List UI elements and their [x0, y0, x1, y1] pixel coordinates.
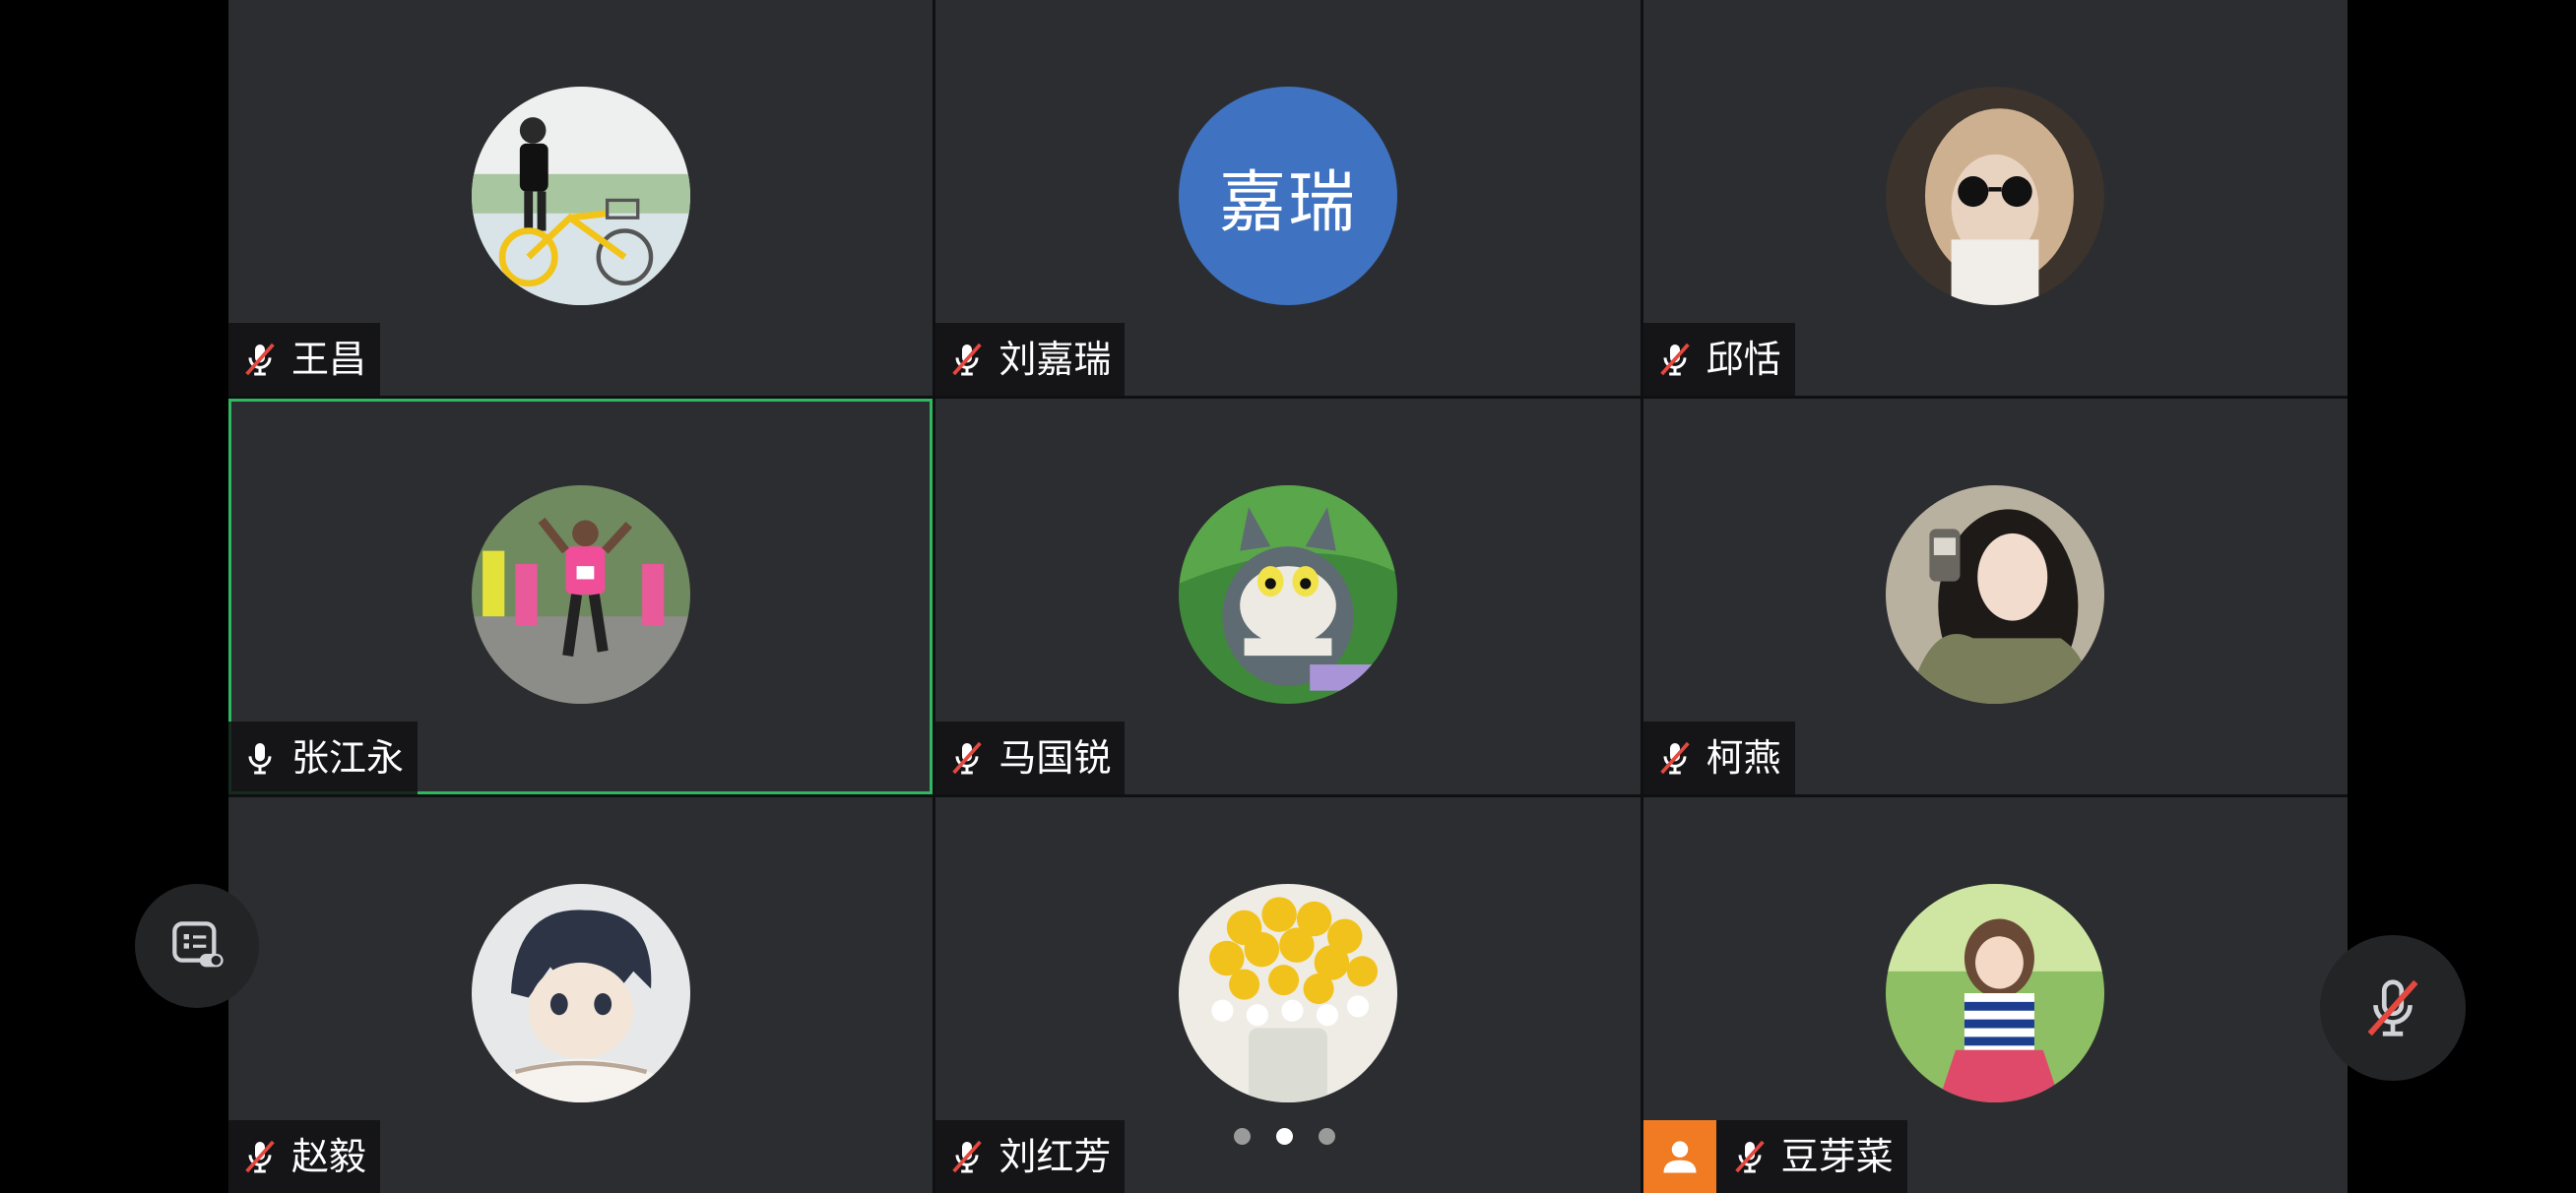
participant-avatar: [471, 884, 690, 1102]
mic-muted-icon: [945, 338, 989, 381]
chat-toggle-button[interactable]: [135, 884, 259, 1008]
mic-muted-icon: [238, 1135, 282, 1178]
participant-nameplate: 刘嘉瑞: [935, 323, 1126, 396]
participant-avatar: [1178, 884, 1397, 1102]
page-indicator: [1234, 1128, 1335, 1145]
participant-nameplate: 赵毅: [228, 1120, 381, 1193]
avatar-photo-cyclist: [471, 87, 690, 305]
participant-nameplate: 豆芽菜: [1642, 1120, 1907, 1193]
avatar-initials: 嘉瑞: [1218, 163, 1357, 242]
participant-tile-active-speaker[interactable]: 张江永: [228, 399, 934, 794]
participant-nameplate: 张江永: [228, 722, 419, 794]
participant-avatar: [1178, 485, 1397, 704]
mic-muted-icon: [238, 338, 282, 381]
participant-nameplate: 柯燕: [1642, 722, 1795, 794]
participant-tile[interactable]: 赵毅: [228, 797, 934, 1193]
participant-nameplate: 马国锐: [935, 722, 1126, 794]
participant-name: 马国锐: [998, 736, 1112, 780]
participant-tile-host[interactable]: 豆芽菜: [1642, 797, 2348, 1193]
meeting-screen: 王昌 嘉瑞 刘嘉瑞 邱恬 张江永 马国锐 柯燕 赵毅 刘红芳 豆芽菜: [0, 0, 2576, 1193]
mic-muted-icon: [945, 736, 989, 780]
participant-name: 邱恬: [1706, 338, 1781, 381]
mute-toggle-button[interactable]: [2320, 935, 2466, 1081]
participant-avatar: [471, 485, 690, 704]
participant-avatar: [471, 87, 690, 305]
mic-muted-icon: [945, 1135, 989, 1178]
participant-grid: 王昌 嘉瑞 刘嘉瑞 邱恬 张江永 马国锐 柯燕 赵毅 刘红芳 豆芽菜: [228, 0, 2348, 1193]
avatar-photo-child: [1886, 884, 2105, 1102]
participant-tile[interactable]: 嘉瑞 刘嘉瑞: [935, 0, 1641, 396]
participant-avatar: [1886, 884, 2105, 1102]
participant-tile[interactable]: 马国锐: [935, 399, 1641, 794]
participant-tile[interactable]: 邱恬: [1642, 0, 2348, 396]
mic-muted-icon: [1653, 338, 1697, 381]
avatar-photo-cartoon-cat: [1178, 485, 1397, 704]
participant-name: 刘嘉瑞: [998, 338, 1112, 381]
participant-tile[interactable]: 王昌: [228, 0, 934, 396]
participant-avatar: [1886, 87, 2105, 305]
participant-name: 赵毅: [291, 1135, 367, 1178]
page-dot[interactable]: [1234, 1128, 1251, 1145]
mic-muted-icon: [1653, 736, 1697, 780]
participant-name: 张江永: [291, 736, 405, 780]
participant-name: 柯燕: [1706, 736, 1781, 780]
participant-avatar: [1886, 485, 2105, 704]
page-dot-current[interactable]: [1276, 1128, 1293, 1145]
mic-muted-icon: [2367, 979, 2418, 1036]
avatar-photo-flowers: [1178, 884, 1397, 1102]
participant-avatar: 嘉瑞: [1178, 87, 1397, 305]
avatar-photo-runner: [471, 485, 690, 704]
mic-icon: [238, 736, 282, 780]
mic-muted-icon: [1728, 1135, 1771, 1178]
avatar-photo-anime-boy: [471, 884, 690, 1102]
chat-toggle-icon: [172, 921, 224, 968]
participant-nameplate: 邱恬: [1642, 323, 1795, 396]
host-person-icon: [1642, 1120, 1716, 1193]
avatar-photo-woman: [1886, 485, 2105, 704]
participant-name: 刘红芳: [998, 1135, 1112, 1178]
participant-nameplate: 刘红芳: [935, 1120, 1126, 1193]
avatar-photo-girl-sunglasses: [1886, 87, 2105, 305]
page-dot[interactable]: [1319, 1128, 1335, 1145]
participant-nameplate: 王昌: [228, 323, 381, 396]
participant-tile[interactable]: 柯燕: [1642, 399, 2348, 794]
participant-name: 豆芽菜: [1780, 1135, 1894, 1178]
participant-name: 王昌: [291, 338, 367, 381]
